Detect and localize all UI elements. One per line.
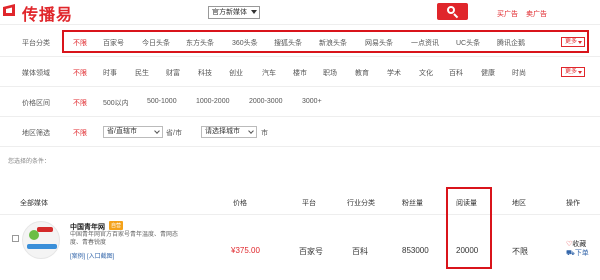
logo-text[interactable]: 传播易: [22, 1, 73, 25]
chevron-down-icon: [578, 71, 582, 74]
selected-conditions-label: 您选择的条件：: [8, 159, 51, 165]
field-more-label: 更多: [565, 69, 578, 75]
field-more-button[interactable]: 更多: [561, 67, 585, 77]
selected-conditions: 您选择的条件：: [0, 153, 600, 169]
self-operated-badge: 自营: [109, 221, 124, 230]
field-option-tech[interactable]: 科技: [198, 68, 212, 78]
buy-ads-link[interactable]: 买广告: [497, 9, 518, 19]
field-option-property[interactable]: 楼市: [293, 68, 307, 78]
filter-label-region: 地区筛选: [22, 130, 50, 137]
header-divider: [0, 24, 600, 25]
platform-highlight-box: [62, 30, 589, 53]
media-avatar[interactable]: [22, 221, 60, 259]
price-option-under-500[interactable]: 500以内: [103, 98, 129, 108]
collect-label: 收藏: [572, 241, 587, 248]
search-category-value: 官方新媒体: [212, 9, 247, 16]
fans-value: 853000: [402, 246, 429, 255]
field-option-startup[interactable]: 创业: [229, 68, 243, 78]
field-option-health[interactable]: 健康: [481, 68, 495, 78]
case-screenshot-links[interactable]: [案例] [入口截图]: [70, 251, 114, 260]
price-option-unlimited[interactable]: 不限: [73, 98, 87, 108]
filter-row-price: 价格区间 不限 500以内 500-1000 1000-2000 2000-30…: [0, 87, 600, 117]
field-option-academic[interactable]: 学术: [387, 68, 401, 78]
filter-label-platform: 平台分类: [22, 40, 50, 47]
price-option-2000-3000[interactable]: 2000-3000: [249, 98, 282, 105]
field-option-encyclopedia[interactable]: 百科: [449, 68, 463, 78]
region-value: 不限: [512, 247, 528, 256]
field-option-unlimited[interactable]: 不限: [73, 68, 87, 78]
price-option-1000-2000[interactable]: 1000-2000: [196, 98, 229, 105]
price-option-500-1000[interactable]: 500-1000: [147, 98, 177, 105]
field-option-culture[interactable]: 文化: [419, 68, 433, 78]
price-value: ¥375.00: [231, 246, 260, 255]
reads-highlight-box: [446, 187, 492, 269]
row-checkbox[interactable]: [12, 235, 19, 242]
province-select[interactable]: 省/直辖市: [103, 126, 163, 138]
province-select-value: 省/直辖市: [107, 128, 137, 135]
filter-row-region: 地区筛选 不限 省/直辖市 省/市 请选择城市 市: [0, 117, 600, 147]
logo-icon: [3, 4, 15, 16]
city-select-value: 请选择城市: [205, 128, 240, 135]
order-label: 下单: [574, 250, 589, 257]
chevron-down-icon: [248, 128, 254, 134]
city-select[interactable]: 请选择城市: [201, 126, 257, 138]
province-unit: 省/市: [166, 130, 182, 137]
filter-row-field: 媒体领域 不限 时事 民生 财富 科技 创业 汽车 楼市 职场 教育 学术 文化…: [0, 57, 600, 87]
city-unit: 市: [261, 130, 268, 137]
dropdown-caret-icon: [251, 10, 257, 14]
filter-label-field: 媒体领域: [22, 70, 50, 77]
media-description: 中国青年网官方百家号青年温度、青网态度、青春锐度: [70, 232, 179, 246]
field-option-workplace[interactable]: 职场: [323, 68, 337, 78]
cart-icon: ⛟: [566, 250, 575, 257]
region-option-unlimited[interactable]: 不限: [73, 128, 87, 138]
media-table: 全部媒体 价格 平台 行业分类 粉丝量 阅读量 地区 操作 中国青年网 自营 中…: [0, 187, 600, 280]
order-button[interactable]: ⛟下单: [566, 248, 589, 258]
field-option-auto[interactable]: 汽车: [262, 68, 276, 78]
platform-value: 百家号: [299, 247, 323, 256]
field-option-education[interactable]: 教育: [355, 68, 369, 78]
filter-label-price: 价格区间: [22, 100, 50, 107]
price-option-3000-plus[interactable]: 3000+: [302, 98, 322, 105]
table-row: 中国青年网 自营 中国青年网官方百家号青年温度、青网态度、青春锐度 [案例] […: [0, 187, 600, 280]
top-header: 传播易 官方新媒体 买广告 卖广告: [0, 0, 600, 30]
field-option-livelihood[interactable]: 民生: [135, 68, 149, 78]
field-option-wealth[interactable]: 财富: [166, 68, 180, 78]
industry-value: 百科: [352, 247, 368, 256]
search-category-select[interactable]: 官方新媒体: [208, 6, 260, 19]
sell-ads-link[interactable]: 卖广告: [526, 9, 547, 19]
field-option-current-affairs[interactable]: 时事: [103, 68, 117, 78]
chevron-down-icon: [154, 128, 160, 134]
search-button[interactable]: [437, 3, 468, 20]
field-option-fashion[interactable]: 时尚: [512, 68, 526, 78]
